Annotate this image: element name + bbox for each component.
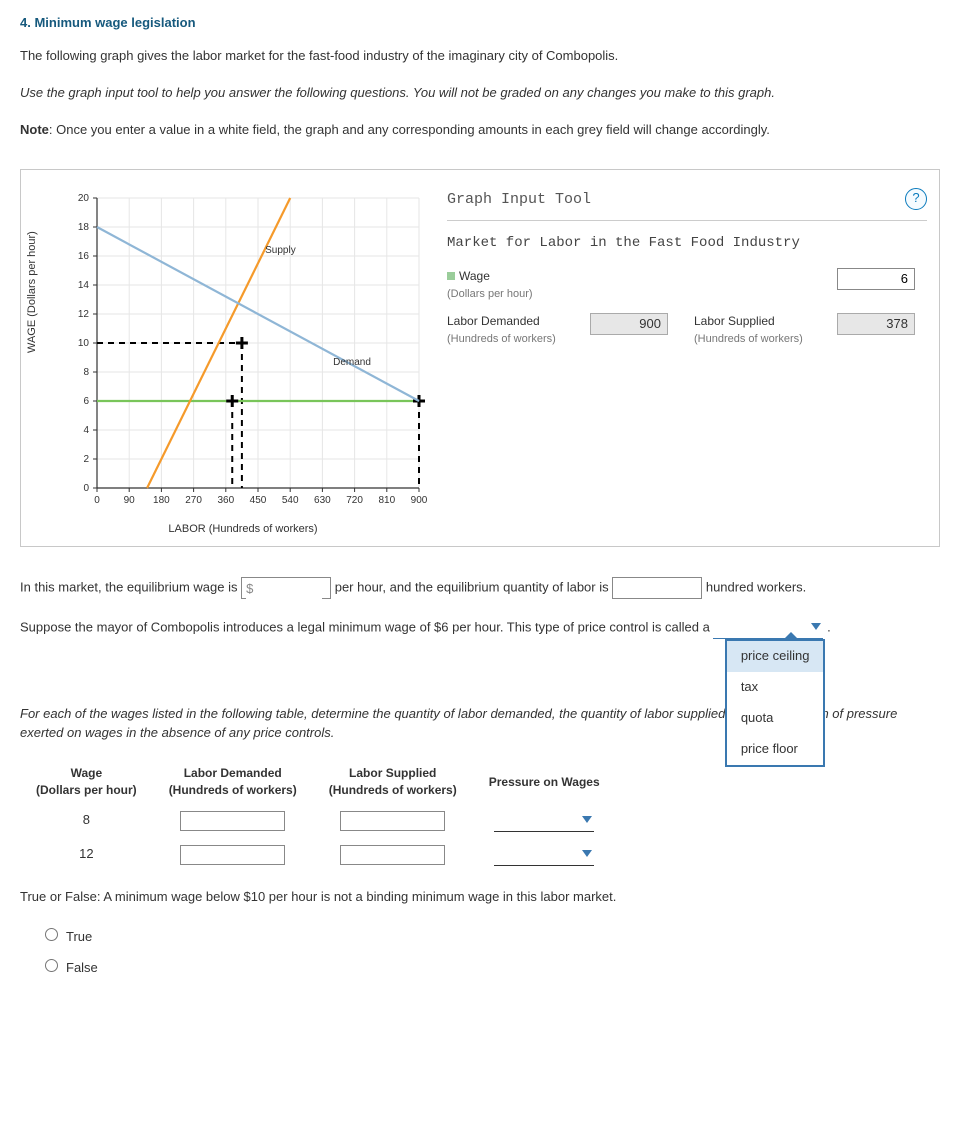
labor-demanded-input[interactable] — [180, 845, 285, 865]
svg-text:810: 810 — [378, 495, 395, 506]
pressure-dropdown[interactable] — [494, 844, 594, 866]
table-row: 12 — [20, 838, 616, 872]
svg-text:270: 270 — [185, 495, 202, 506]
dropdown-option-price-floor[interactable]: price floor — [727, 734, 824, 765]
equilibrium-sentence: In this market, the equilibrium wage is … — [20, 577, 940, 599]
svg-text:6: 6 — [83, 396, 89, 407]
svg-text:Supply: Supply — [265, 245, 296, 256]
wage-cell: 8 — [20, 804, 153, 838]
col-supplied: Labor Supplied(Hundreds of workers) — [313, 761, 473, 804]
graph-input-tool: Graph Input Tool ? Market for Labor in t… — [433, 188, 927, 538]
svg-text:90: 90 — [124, 495, 136, 506]
minimum-wage-sentence: Suppose the mayor of Combopolis introduc… — [20, 617, 940, 639]
svg-text:360: 360 — [217, 495, 234, 506]
dollar-prefix: $ — [246, 580, 253, 599]
svg-text:180: 180 — [153, 495, 170, 506]
y-axis-label: WAGE (Dollars per hour) — [25, 232, 41, 354]
svg-text:Demand: Demand — [333, 357, 371, 368]
chart-svg: 0901802703604505406307208109000246810121… — [53, 188, 433, 518]
equilibrium-quantity-input[interactable] — [612, 577, 702, 599]
true-false-group: True False — [40, 925, 940, 979]
svg-text:720: 720 — [346, 495, 363, 506]
line-chart[interactable]: WAGE (Dollars per hour) 0901802703604505… — [53, 188, 433, 518]
intro-text: The following graph gives the labor mark… — [20, 47, 940, 66]
help-icon[interactable]: ? — [905, 188, 927, 210]
dropdown-option-price-ceiling[interactable]: price ceiling — [727, 641, 824, 672]
labor-demanded-label: Labor Demanded (Hundreds of workers) — [447, 313, 576, 348]
x-axis-label: LABOR (Hundreds of workers) — [53, 522, 433, 538]
wage-label: Wage (Dollars per hour) — [447, 268, 823, 303]
svg-text:8: 8 — [83, 367, 89, 378]
labor-supplied-input[interactable] — [340, 845, 445, 865]
dropdown-option-quota[interactable]: quota — [727, 703, 824, 734]
chart-zone: WAGE (Dollars per hour) 0901802703604505… — [33, 188, 433, 538]
labor-supplied-value: 378 — [837, 313, 915, 335]
graph-tool-panel: WAGE (Dollars per hour) 0901802703604505… — [20, 169, 940, 547]
radio-true[interactable]: True — [40, 929, 92, 944]
tool-subtitle: Market for Labor in the Fast Food Indust… — [447, 233, 927, 253]
svg-text:14: 14 — [78, 280, 90, 291]
dropdown-trigger[interactable] — [713, 617, 823, 639]
col-wage: Wage(Dollars per hour) — [20, 761, 153, 804]
svg-text:18: 18 — [78, 222, 90, 233]
note-text: Note: Once you enter a value in a white … — [20, 121, 940, 140]
dropdown-pointer-icon — [783, 632, 799, 640]
labor-supplied-label: Labor Supplied (Hundreds of workers) — [694, 313, 823, 348]
wage-input[interactable] — [837, 268, 915, 290]
svg-text:540: 540 — [282, 495, 299, 506]
equilibrium-wage-input[interactable] — [246, 578, 322, 600]
wage-analysis-table: Wage(Dollars per hour) Labor Demanded(Hu… — [20, 761, 616, 872]
svg-text:16: 16 — [78, 251, 90, 262]
chevron-down-icon — [582, 816, 592, 823]
tool-title: Graph Input Tool — [447, 189, 591, 211]
instruction-text: Use the graph input tool to help you ans… — [20, 84, 940, 103]
svg-text:450: 450 — [250, 495, 267, 506]
svg-text:900: 900 — [411, 495, 428, 506]
svg-text:2: 2 — [83, 454, 89, 465]
price-control-dropdown[interactable]: price ceiling tax quota price floor — [713, 617, 823, 639]
labor-demanded-input[interactable] — [180, 811, 285, 831]
svg-text:20: 20 — [78, 193, 90, 204]
wage-handle-icon — [447, 272, 455, 280]
svg-text:12: 12 — [78, 309, 90, 320]
note-label: Note — [20, 122, 49, 137]
wage-cell: 12 — [20, 838, 153, 872]
question-title: 4. Minimum wage legislation — [20, 14, 940, 33]
dropdown-menu: price ceiling tax quota price floor — [725, 639, 826, 766]
svg-text:0: 0 — [94, 495, 100, 506]
table-row: 8 — [20, 804, 616, 838]
note-body: : Once you enter a value in a white fiel… — [49, 122, 770, 137]
col-demanded: Labor Demanded(Hundreds of workers) — [153, 761, 313, 804]
true-false-prompt: True or False: A minimum wage below $10 … — [20, 888, 940, 907]
chevron-down-icon — [582, 850, 592, 857]
labor-supplied-input[interactable] — [340, 811, 445, 831]
svg-text:630: 630 — [314, 495, 331, 506]
radio-false[interactable]: False — [40, 960, 98, 975]
svg-text:10: 10 — [78, 338, 90, 349]
svg-text:0: 0 — [83, 483, 89, 494]
labor-demanded-value: 900 — [590, 313, 668, 335]
svg-text:4: 4 — [83, 425, 89, 436]
pressure-dropdown[interactable] — [494, 810, 594, 832]
dropdown-option-tax[interactable]: tax — [727, 672, 824, 703]
col-pressure: Pressure on Wages — [473, 761, 616, 804]
chevron-down-icon — [811, 623, 821, 630]
